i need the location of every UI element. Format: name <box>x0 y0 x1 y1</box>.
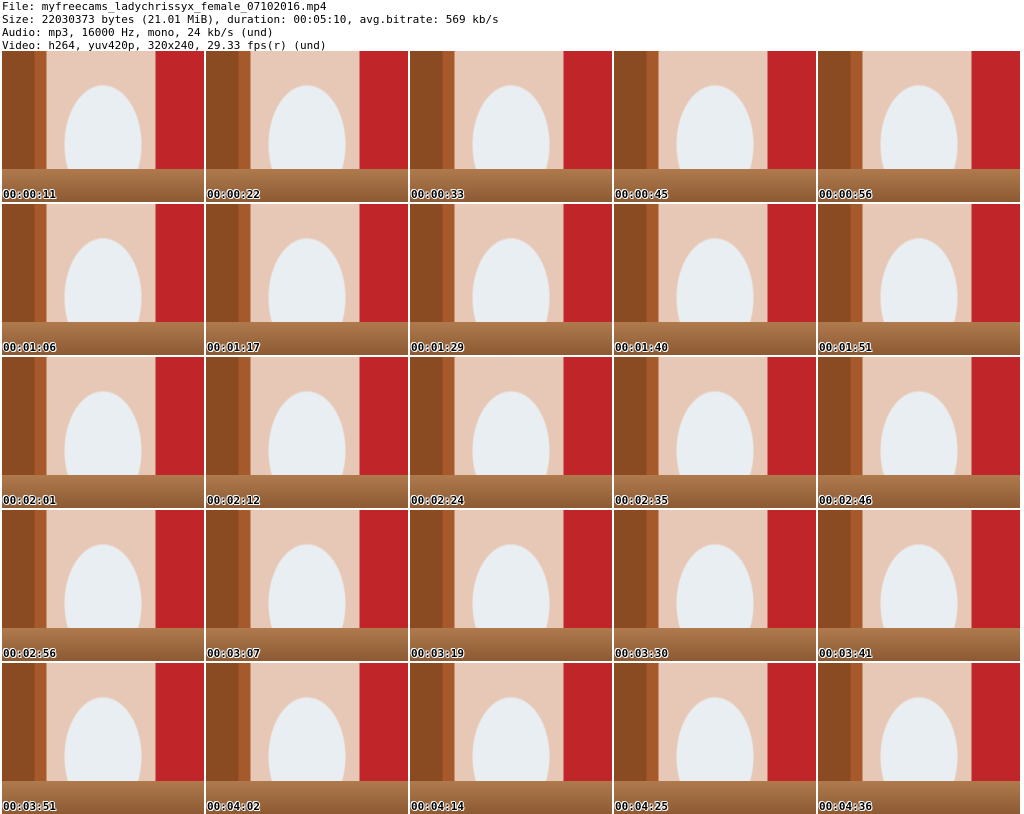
audio-info-line: Audio: mp3, 16000 Hz, mono, 24 kb/s (und… <box>2 26 274 39</box>
thumbnail: 00:04:36 <box>818 663 1020 814</box>
thumbnail: 00:02:46 <box>818 357 1020 508</box>
timestamp: 00:01:51 <box>819 341 872 354</box>
thumbnail: 00:01:17 <box>206 204 408 355</box>
thumbnail: 00:01:06 <box>2 204 204 355</box>
thumbnail: 00:00:56 <box>818 51 1020 202</box>
thumbnail: 00:03:19 <box>410 510 612 661</box>
thumbnail: 00:02:01 <box>2 357 204 508</box>
thumbnail: 00:01:51 <box>818 204 1020 355</box>
timestamp: 00:03:51 <box>3 800 56 813</box>
timestamp: 00:00:45 <box>615 188 668 201</box>
timestamp: 00:01:29 <box>411 341 464 354</box>
thumbnail: 00:00:22 <box>206 51 408 202</box>
timestamp: 00:04:36 <box>819 800 872 813</box>
timestamp: 00:02:24 <box>411 494 464 507</box>
timestamp: 00:02:46 <box>819 494 872 507</box>
timestamp: 00:03:41 <box>819 647 872 660</box>
thumbnail: 00:02:24 <box>410 357 612 508</box>
thumbnail: 00:01:29 <box>410 204 612 355</box>
timestamp: 00:00:33 <box>411 188 464 201</box>
thumbnail: 00:02:12 <box>206 357 408 508</box>
timestamp: 00:01:06 <box>3 341 56 354</box>
timestamp: 00:00:56 <box>819 188 872 201</box>
timestamp: 00:02:01 <box>3 494 56 507</box>
timestamp: 00:03:30 <box>615 647 668 660</box>
thumbnail: 00:04:14 <box>410 663 612 814</box>
thumbnail: 00:04:25 <box>614 663 816 814</box>
thumbnail: 00:04:02 <box>206 663 408 814</box>
file-info-header: File: myfreecams_ladychrissyx_female_071… <box>2 0 1020 52</box>
thumbnail: 00:03:51 <box>2 663 204 814</box>
thumbnail: 00:03:07 <box>206 510 408 661</box>
thumbnail: 00:02:35 <box>614 357 816 508</box>
timestamp: 00:00:22 <box>207 188 260 201</box>
timestamp: 00:01:40 <box>615 341 668 354</box>
thumbnail: 00:00:33 <box>410 51 612 202</box>
timestamp: 00:02:35 <box>615 494 668 507</box>
thumbnail: 00:03:30 <box>614 510 816 661</box>
timestamp: 00:02:12 <box>207 494 260 507</box>
contact-sheet: File: myfreecams_ladychrissyx_female_071… <box>0 0 1024 814</box>
timestamp: 00:02:56 <box>3 647 56 660</box>
timestamp: 00:04:02 <box>207 800 260 813</box>
timestamp: 00:04:25 <box>615 800 668 813</box>
thumbnail: 00:00:45 <box>614 51 816 202</box>
timestamp: 00:04:14 <box>411 800 464 813</box>
thumbnail-grid: 00:00:11 00:00:22 00:00:33 00:00:45 00:0… <box>2 51 1020 814</box>
thumbnail: 00:03:41 <box>818 510 1020 661</box>
timestamp: 00:03:19 <box>411 647 464 660</box>
file-name-line: File: myfreecams_ladychrissyx_female_071… <box>2 0 327 13</box>
timestamp: 00:00:11 <box>3 188 56 201</box>
timestamp: 00:01:17 <box>207 341 260 354</box>
timestamp: 00:03:07 <box>207 647 260 660</box>
thumbnail: 00:00:11 <box>2 51 204 202</box>
thumbnail: 00:02:56 <box>2 510 204 661</box>
file-size-line: Size: 22030373 bytes (21.01 MiB), durati… <box>2 13 499 26</box>
thumbnail: 00:01:40 <box>614 204 816 355</box>
